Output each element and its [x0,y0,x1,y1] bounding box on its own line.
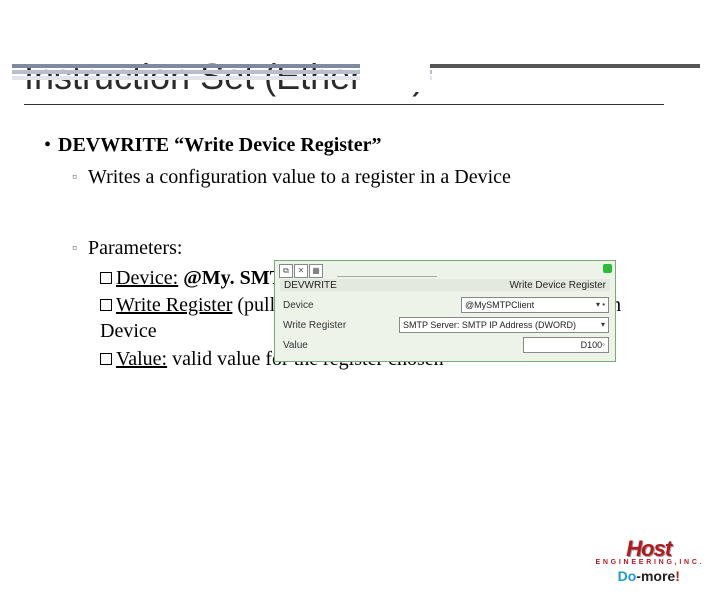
dialog-name-field[interactable] [337,264,437,277]
row-write-register: Write Register SMTP Server: SMTP IP Addr… [283,317,609,333]
status-dot-icon [603,264,612,273]
dialog-header: DEVWRITE Write Device Register [280,279,610,291]
device-select[interactable]: @MySMTPClient▾ • [461,297,609,313]
chevron-down-icon: ▾ [601,318,605,332]
dialog-toolbar: ⧉ ✕ ▦ [279,264,323,278]
tool-icon[interactable]: ▦ [309,264,323,278]
dialog-devwrite: ⧉ ✕ ▦ DEVWRITE Write Device Register Dev… [274,260,616,362]
dialog-cmd-title: Write Device Register [509,280,606,291]
tool-icon[interactable]: ✕ [294,264,308,278]
value-input[interactable]: D100◦ [523,337,609,353]
cmd-name: DEVWRITE [58,134,169,156]
row-value: Value D100◦ [283,337,609,353]
tool-icon[interactable]: ⧉ [279,264,293,278]
logo-tagline: E N G I N E E R I N G , I N C . [595,559,702,566]
logo-domore: Do-more! [595,568,702,584]
header-stripes [0,64,720,94]
sub-params: ▫Parameters: [72,236,680,262]
chevron-down-icon: ▾ • [596,298,605,312]
tag-icon: ◦ [602,338,605,352]
footer-logo: Host E N G I N E E R I N G , I N C . Do-… [595,536,702,584]
dialog-cmd: DEVWRITE [284,280,337,291]
write-register-select[interactable]: SMTP Server: SMTP IP Address (DWORD)▾ [399,317,609,333]
bullet-main: •DEVWRITE “Write Device Register” [44,133,680,159]
cmd-title: “Write Device Register” [174,134,381,156]
sub-desc: ▫Writes a configuration value to a regis… [72,165,680,191]
row-device: Device @MySMTPClient▾ • [283,297,609,313]
